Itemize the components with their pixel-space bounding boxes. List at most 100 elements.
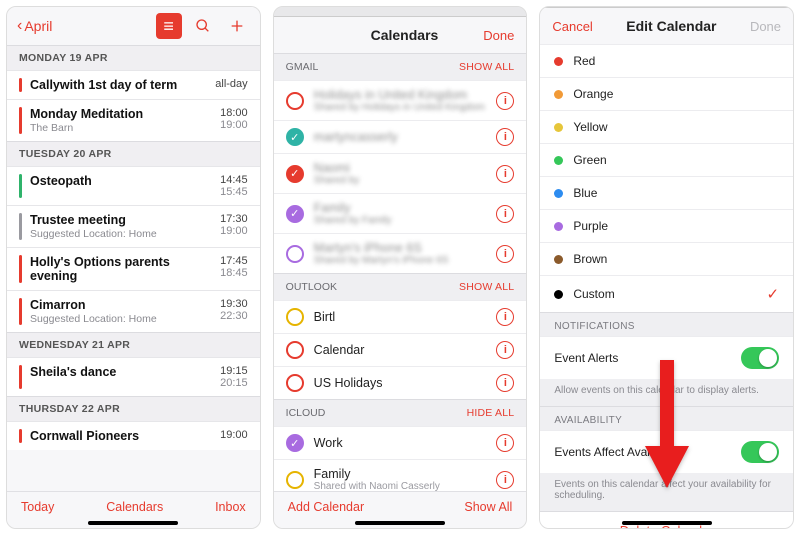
group-name: GMAIL: [286, 61, 319, 73]
info-button[interactable]: [496, 128, 514, 146]
inbox-link[interactable]: Inbox: [215, 500, 246, 514]
event-subtitle: Suggested Location: Home: [30, 228, 220, 240]
edit-header: Cancel Edit Calendar Done: [540, 8, 793, 44]
calendar-name: US Holidays: [314, 376, 487, 390]
calendar-row[interactable]: martyncasserly: [274, 120, 527, 153]
color-row[interactable]: Green: [540, 143, 793, 176]
event-row[interactable]: Callywith 1st day of termall-day: [7, 70, 260, 99]
checkmark-icon: ✓: [766, 285, 779, 303]
calendars-link[interactable]: Calendars: [106, 500, 163, 514]
color-row[interactable]: Custom✓: [540, 275, 793, 312]
add-calendar-link[interactable]: Add Calendar: [288, 500, 364, 514]
group-action-link[interactable]: SHOW ALL: [459, 281, 514, 293]
home-indicator[interactable]: [355, 521, 445, 525]
color-row[interactable]: Red: [540, 44, 793, 77]
color-row[interactable]: Yellow: [540, 110, 793, 143]
event-time: 17:3019:00: [220, 213, 248, 240]
availability-switch[interactable]: [741, 441, 779, 463]
search-button[interactable]: [190, 13, 216, 39]
info-button[interactable]: [496, 471, 514, 489]
calendar-name: Naomi: [314, 161, 487, 175]
calendar-row[interactable]: FamilyShared by Family: [274, 193, 527, 233]
calendar-row[interactable]: Birtl: [274, 300, 527, 333]
calendar-check-icon[interactable]: [286, 205, 304, 223]
day-header: TUESDAY 20 APR: [7, 141, 260, 166]
event-body: Sheila's dance: [30, 365, 220, 389]
info-button[interactable]: [496, 434, 514, 452]
color-row[interactable]: Blue: [540, 176, 793, 209]
home-indicator[interactable]: [88, 521, 178, 525]
back-button[interactable]: ‹ April: [17, 18, 52, 34]
event-title: Callywith 1st day of term: [30, 78, 215, 92]
color-row[interactable]: Orange: [540, 77, 793, 110]
calendar-row[interactable]: Martyn's iPhone 6SShared by Martyn's iPh…: [274, 233, 527, 273]
calendar-name: Family: [314, 201, 487, 215]
home-indicator[interactable]: [622, 521, 712, 525]
calendar-body: Work: [314, 436, 487, 450]
show-all-link[interactable]: Show All: [464, 500, 512, 514]
calendar-check-icon[interactable]: [286, 434, 304, 452]
info-button[interactable]: [496, 374, 514, 392]
color-row[interactable]: Purple: [540, 209, 793, 242]
info-button[interactable]: [496, 165, 514, 183]
event-row[interactable]: Trustee meetingSuggested Location: Home1…: [7, 205, 260, 247]
chevron-left-icon: ‹: [17, 18, 22, 34]
calendar-body: FamilyShared by Family: [314, 201, 487, 226]
event-row[interactable]: CimarronSuggested Location: Home19:3022:…: [7, 290, 260, 332]
calendar-row[interactable]: Holidays in United KingdomShared by Holi…: [274, 80, 527, 120]
event-color-bar: [19, 255, 22, 283]
group-action-link[interactable]: HIDE ALL: [467, 407, 515, 419]
calendar-body: FamilyShared with Naomi Casserly: [314, 467, 487, 491]
event-color-bar: [19, 298, 22, 325]
event-title: Cimarron: [30, 298, 220, 312]
event-body: Monday MeditationThe Barn: [30, 107, 220, 134]
calendars-list[interactable]: GMAIL SHOW ALL Holidays in United KingdomS…: [274, 53, 527, 491]
add-event-button[interactable]: [224, 13, 250, 39]
event-title: Sheila's dance: [30, 365, 220, 379]
calendar-group-header: OUTLOOKSHOW ALL: [274, 273, 527, 300]
info-button[interactable]: [496, 245, 514, 263]
event-alerts-switch[interactable]: [741, 347, 779, 369]
calendar-row[interactable]: Work: [274, 426, 527, 459]
done-button[interactable]: Done: [483, 28, 514, 43]
color-row[interactable]: Brown: [540, 242, 793, 275]
calendar-group-header: GMAIL SHOW ALL: [274, 53, 527, 80]
calendar-body: Calendar: [314, 343, 487, 357]
screen-calendars: Calendars Done GMAIL SHOW ALL Holidays in …: [273, 6, 528, 529]
delete-calendar-button[interactable]: Delete Calendar: [540, 511, 793, 529]
calendar-row[interactable]: US Holidays: [274, 366, 527, 399]
agenda-list[interactable]: MONDAY 19 APRCallywith 1st day of termal…: [7, 45, 260, 491]
calendar-row[interactable]: NaomiShared by: [274, 153, 527, 193]
calendar-body: Birtl: [314, 310, 487, 324]
group-action-link[interactable]: SHOW ALL: [459, 61, 514, 73]
info-button[interactable]: [496, 92, 514, 110]
calendar-check-icon[interactable]: [286, 471, 304, 489]
cancel-button[interactable]: Cancel: [552, 19, 592, 34]
edit-title: Edit Calendar: [626, 18, 716, 34]
event-color-bar: [19, 365, 22, 389]
plus-icon: [229, 18, 245, 34]
calendar-check-icon[interactable]: [286, 128, 304, 146]
sheet-grabber[interactable]: [274, 7, 527, 17]
calendar-check-icon[interactable]: [286, 245, 304, 263]
event-row[interactable]: Sheila's dance19:1520:15: [7, 357, 260, 396]
event-time: 17:4518:45: [220, 255, 248, 283]
event-row[interactable]: Monday MeditationThe Barn18:0019:00: [7, 99, 260, 141]
today-link[interactable]: Today: [21, 500, 54, 514]
info-button[interactable]: [496, 308, 514, 326]
calendars-title: Calendars: [371, 27, 439, 43]
info-button[interactable]: [496, 341, 514, 359]
calendar-row[interactable]: Calendar: [274, 333, 527, 366]
calendar-check-icon[interactable]: [286, 308, 304, 326]
calendar-check-icon[interactable]: [286, 374, 304, 392]
calendar-check-icon[interactable]: [286, 92, 304, 110]
event-title: Holly's Options parents evening: [30, 255, 220, 283]
event-row[interactable]: Osteopath14:4515:45: [7, 166, 260, 205]
list-view-button[interactable]: ≡: [156, 13, 182, 39]
calendar-row[interactable]: FamilyShared with Naomi Casserly: [274, 459, 527, 491]
event-row[interactable]: Holly's Options parents evening17:4518:4…: [7, 247, 260, 290]
calendar-check-icon[interactable]: [286, 341, 304, 359]
calendar-check-icon[interactable]: [286, 165, 304, 183]
info-button[interactable]: [496, 205, 514, 223]
event-row[interactable]: Cornwall Pioneers19:00: [7, 421, 260, 450]
